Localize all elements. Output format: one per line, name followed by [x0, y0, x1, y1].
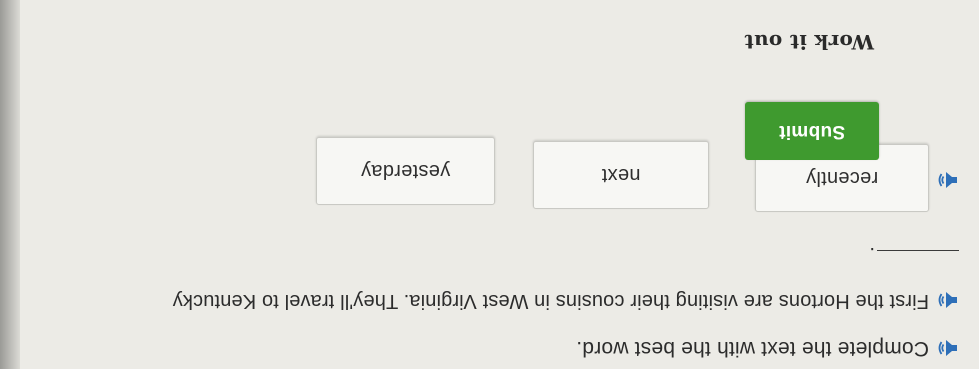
speaker-icon[interactable]	[937, 290, 959, 312]
choice-yesterday[interactable]: yesterday	[316, 137, 495, 205]
submit-button[interactable]: Submit	[745, 102, 879, 160]
work-it-out-heading: Work it out	[744, 30, 874, 54]
prompt-row: Complete the text with the best word.	[576, 336, 959, 360]
answer-blank	[877, 250, 959, 251]
prompt-text: Complete the text with the best word.	[576, 337, 929, 360]
sentence-row: First the Hortons are visiting their cou…	[173, 289, 959, 312]
sentence-period: .	[869, 243, 875, 265]
sentence-text: First the Hortons are visiting their cou…	[172, 290, 929, 312]
page-edge	[0, 0, 20, 369]
choice-next[interactable]: next	[533, 141, 709, 209]
question-panel: Complete the text with the best word. Fi…	[0, 0, 979, 369]
speaker-icon[interactable]	[937, 169, 959, 191]
speaker-icon[interactable]	[937, 337, 959, 359]
